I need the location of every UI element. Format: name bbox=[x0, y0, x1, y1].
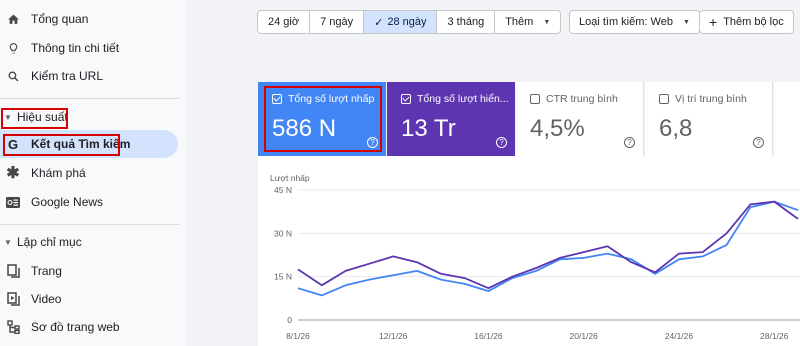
section-indexing[interactable]: ▼ Lập chỉ mục bbox=[0, 232, 82, 252]
metric-card-overflow bbox=[774, 82, 800, 156]
range-label: 3 tháng bbox=[447, 16, 485, 28]
check-icon: ✓ bbox=[374, 16, 384, 29]
highlight-box bbox=[1, 108, 68, 129]
caret-down-icon: ▼ bbox=[543, 18, 551, 26]
search-icon bbox=[6, 69, 20, 83]
range-24h-button[interactable]: 24 giờ bbox=[258, 11, 311, 33]
y-axis-label: Lượt nhấp bbox=[270, 173, 310, 183]
sidebar-item-label: Video bbox=[31, 292, 62, 306]
metric-card-ctr[interactable]: CTR trung bình 4,5% ? bbox=[516, 82, 644, 156]
y-tick-label: 0 bbox=[287, 315, 292, 325]
date-range-selector: 24 giờ 7 ngày ✓ 28 ngày 3 tháng Thêm ▼ bbox=[257, 10, 562, 34]
google-news-icon bbox=[6, 195, 20, 209]
metric-card-impressions[interactable]: Tổng số lượt hiển... 13 Tr ? bbox=[387, 82, 515, 156]
series-line bbox=[297, 200, 799, 297]
series-line bbox=[297, 200, 799, 290]
home-icon bbox=[6, 12, 20, 26]
sidebar-item-label: Google News bbox=[31, 195, 104, 209]
sidebar-item-label: Tổng quan bbox=[31, 12, 89, 26]
help-icon[interactable]: ? bbox=[753, 137, 764, 148]
asterisk-icon: ✱ bbox=[6, 165, 20, 182]
x-tick-label: 8/1/26 bbox=[286, 331, 310, 341]
checkbox-unchecked-icon[interactable] bbox=[530, 94, 540, 104]
x-tick-label: 12/1/26 bbox=[379, 331, 408, 341]
pages-icon bbox=[6, 264, 20, 278]
sidebar: Tổng quan Thông tin chi tiết Kiểm tra UR… bbox=[0, 0, 185, 346]
y-tick-label: 15 N bbox=[274, 272, 292, 282]
add-filter-label: Thêm bộ lọc bbox=[723, 16, 784, 28]
y-tick-label: 30 N bbox=[274, 228, 292, 238]
sidebar-item-discover[interactable]: ✱ Khám phá bbox=[0, 159, 178, 187]
caret-down-icon: ▼ bbox=[4, 237, 12, 247]
sidebar-item-overview[interactable]: Tổng quan bbox=[0, 5, 178, 33]
search-type-dropdown[interactable]: Loại tìm kiếm: Web ▼ bbox=[569, 10, 700, 34]
sidebar-item-label: Thông tin chi tiết bbox=[31, 41, 120, 55]
video-icon bbox=[6, 292, 20, 306]
sidebar-divider bbox=[0, 98, 180, 99]
lightbulb-icon bbox=[6, 41, 20, 55]
more-label: Thêm bbox=[505, 16, 534, 28]
range-label: 24 giờ bbox=[268, 16, 300, 28]
plus-icon: + bbox=[709, 14, 718, 30]
caret-down-icon: ▼ bbox=[682, 18, 690, 26]
sidebar-item-label: Khám phá bbox=[31, 166, 86, 180]
x-tick-label: 24/1/26 bbox=[665, 331, 694, 341]
metric-label: Vị trí trung bình bbox=[675, 93, 747, 105]
sidebar-item-label: Kiểm tra URL bbox=[31, 69, 104, 83]
sitemap-icon bbox=[6, 320, 20, 334]
checkbox-unchecked-icon[interactable] bbox=[659, 94, 669, 104]
search-type-label: Loại tìm kiếm: Web bbox=[579, 16, 673, 28]
section-label: Lập chỉ mục bbox=[17, 235, 82, 249]
sidebar-item-url-inspection[interactable]: Kiểm tra URL bbox=[0, 62, 178, 90]
x-tick-label: 28/1/26 bbox=[760, 331, 789, 341]
sidebar-item-sitemap[interactable]: Sơ đồ trang web bbox=[0, 313, 178, 341]
sidebar-item-insights[interactable]: Thông tin chi tiết bbox=[0, 34, 178, 62]
sidebar-divider bbox=[0, 224, 180, 225]
highlight-box bbox=[264, 86, 382, 152]
performance-chart: Lượt nhấp 45 N 30 N 15 N 0 8/1/26 12/1/26 16/1/… bbox=[258, 156, 800, 346]
range-7d-button[interactable]: 7 ngày bbox=[310, 11, 365, 33]
x-tick-label: 20/1/26 bbox=[570, 331, 599, 341]
help-icon[interactable]: ? bbox=[496, 137, 507, 148]
checkbox-checked-icon[interactable] bbox=[401, 94, 411, 104]
sidebar-item-label: Sơ đồ trang web bbox=[31, 320, 120, 334]
add-filter-button[interactable]: + Thêm bộ lọc bbox=[699, 10, 794, 34]
range-3m-button[interactable]: 3 tháng bbox=[437, 11, 496, 33]
metric-label: Tổng số lượt hiển... bbox=[417, 93, 509, 105]
range-label: 28 ngày bbox=[387, 16, 427, 28]
more-ranges-dropdown[interactable]: Thêm ▼ bbox=[495, 11, 560, 33]
sidebar-item-label: Trang bbox=[31, 264, 62, 278]
metric-card-position[interactable]: Vị trí trung bình 6,8 ? bbox=[645, 82, 773, 156]
sidebar-item-video[interactable]: Video bbox=[0, 285, 178, 313]
help-icon[interactable]: ? bbox=[624, 137, 635, 148]
highlight-box bbox=[3, 134, 120, 156]
sidebar-item-google-news[interactable]: Google News bbox=[0, 188, 178, 216]
y-tick-label: 45 N bbox=[274, 185, 292, 195]
line-chart: Lượt nhấp 45 N 30 N 15 N 0 8/1/26 12/1/26 16/1/… bbox=[270, 173, 800, 341]
range-label: 7 ngày bbox=[320, 16, 354, 28]
sidebar-item-pages[interactable]: Trang bbox=[0, 257, 178, 285]
metric-label: CTR trung bình bbox=[546, 93, 618, 105]
range-28d-button[interactable]: ✓ 28 ngày bbox=[364, 11, 438, 33]
x-tick-label: 16/1/26 bbox=[474, 331, 503, 341]
